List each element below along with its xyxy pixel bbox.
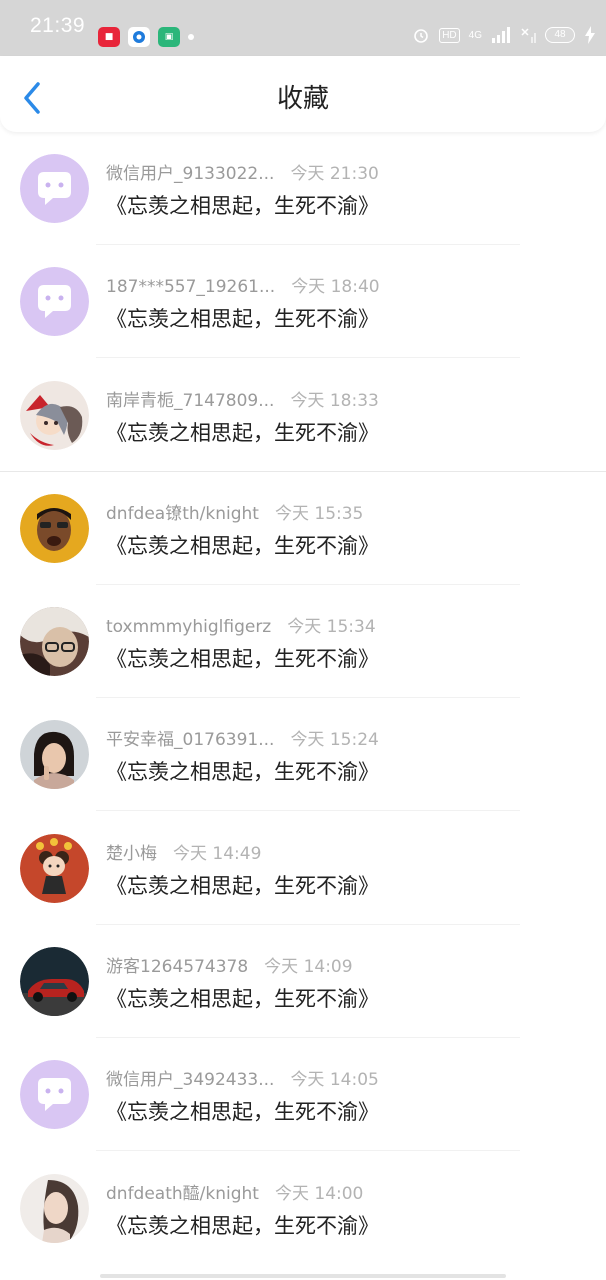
timestamp: 今天 15:35 (274, 503, 364, 524)
list-item[interactable]: 游客1264574378 今天 14:09 《忘羡之相思起，生死不渝》 (0, 925, 606, 1039)
app-notification-blue-icon (128, 27, 150, 47)
photo-avatar-icon (20, 607, 89, 677)
hd-icon: HD (439, 27, 460, 43)
collected-title: 《忘羡之相思起，生死不渝》 (106, 1213, 379, 1238)
collected-title: 《忘羡之相思起，生死不渝》 (106, 647, 379, 672)
avatar[interactable] (20, 833, 89, 903)
username: toxmmmyhiglfigerz (106, 617, 272, 638)
collected-title: 《忘羡之相思起，生死不渝》 (106, 987, 379, 1012)
timestamp: 今天 15:34 (287, 617, 376, 638)
default-avatar-icon (20, 1060, 89, 1130)
username: 平安幸福_0176391... (106, 730, 275, 751)
network-type: 4G (468, 29, 482, 41)
signal-off-icon (521, 28, 536, 43)
avatar[interactable] (20, 1173, 89, 1243)
collected-title: 《忘羡之相思起，生死不渝》 (106, 420, 379, 445)
timestamp: 今天 14:05 (290, 1070, 379, 1091)
cartoon-avatar-icon (20, 833, 89, 903)
avatar[interactable] (20, 493, 89, 563)
collected-title: 《忘羡之相思起，生死不渝》 (106, 1100, 379, 1125)
username: dnfdeath醯/knight (106, 1183, 259, 1204)
page-title: 收藏 (276, 84, 329, 114)
timestamp: 今天 14:00 (274, 1183, 364, 1204)
username: dnfdea镣th/knight (106, 503, 259, 524)
avatar[interactable] (20, 720, 89, 790)
avatar[interactable] (20, 154, 89, 223)
list-item[interactable]: dnfdeath醯/knight 今天 14:00 《忘羡之相思起，生死不渝》 (0, 1152, 606, 1265)
status-bar: 21:39 ■ ▣ HD 4G 48 (0, 0, 606, 56)
avatar[interactable] (20, 607, 89, 677)
photo-avatar-icon (20, 1173, 89, 1243)
photo-avatar-icon (20, 493, 89, 563)
list-item[interactable]: 微信用户_3492433... 今天 14:05 《忘羡之相思起，生死不渝》 (0, 1038, 606, 1152)
collected-title: 《忘羡之相思起，生死不渝》 (106, 194, 379, 218)
alarm-icon (414, 29, 429, 43)
timestamp: 今天 18:40 (291, 277, 380, 298)
timestamp: 今天 15:24 (290, 730, 379, 751)
bottom-scroll-indicator (100, 1274, 506, 1278)
list-item[interactable]: 平安幸福_0176391... 今天 15:24 《忘羡之相思起，生死不渝》 (0, 698, 606, 812)
username: 微信用户_9133022... (106, 164, 275, 184)
avatar[interactable] (20, 267, 89, 337)
photo-avatar-icon (20, 720, 89, 790)
default-avatar-icon (20, 267, 89, 337)
username: 187***557_19261... (106, 277, 276, 298)
timestamp: 今天 21:30 (290, 164, 379, 184)
collected-title: 《忘羡之相思起，生死不渝》 (106, 533, 379, 558)
default-avatar-icon (20, 154, 89, 223)
signal-icon (492, 27, 510, 43)
favorites-list: 微信用户_9133022... 今天 21:30 《忘羡之相思起，生死不渝》 18… (0, 132, 606, 1265)
list-item[interactable]: 微信用户_9133022... 今天 21:30 《忘羡之相思起，生死不渝》 (0, 132, 606, 245)
avatar[interactable] (20, 380, 89, 450)
more-notifications-dot (188, 34, 194, 40)
timestamp: 今天 14:49 (173, 843, 262, 864)
username: 微信用户_3492433... (106, 1070, 275, 1091)
avatar[interactable] (20, 1060, 89, 1130)
list-item[interactable]: 楚小梅 今天 14:49 《忘羡之相思起，生死不渝》 (0, 812, 606, 925)
list-item[interactable]: dnfdea镣th/knight 今天 15:35 《忘羡之相思起，生死不渝》 (0, 472, 606, 585)
status-time: 21:39 (30, 14, 86, 37)
username: 游客1264574378 (106, 957, 249, 978)
status-icons: HD 4G 48 (412, 26, 596, 44)
battery-indicator: 48 (545, 27, 575, 43)
avatar[interactable] (20, 947, 89, 1017)
list-item[interactable]: 南岸青栀_7147809... 今天 18:33 《忘羡之相思起，生死不渝》 (0, 359, 606, 472)
timestamp: 今天 18:33 (290, 390, 379, 411)
anime-avatar-icon (20, 380, 89, 450)
car-avatar-icon (20, 947, 89, 1017)
charging-icon (585, 26, 595, 44)
app-notification-red-icon: ■ (98, 27, 120, 47)
collected-title: 《忘羡之相思起，生死不渝》 (106, 307, 379, 332)
username: 南岸青栀_7147809... (106, 390, 275, 411)
header: 收藏 (0, 56, 606, 132)
list-item[interactable]: 187***557_19261... 今天 18:40 《忘羡之相思起，生死不渝》 (0, 245, 606, 359)
timestamp: 今天 14:09 (264, 957, 353, 978)
collected-title: 《忘羡之相思起，生死不渝》 (106, 873, 379, 898)
list-item[interactable]: toxmmmyhiglfigerz 今天 15:34 《忘羡之相思起，生死不渝》 (0, 585, 606, 699)
collected-title: 《忘羡之相思起，生死不渝》 (106, 760, 379, 785)
username: 楚小梅 (106, 843, 157, 864)
app-notification-green-icon: ▣ (158, 27, 180, 47)
